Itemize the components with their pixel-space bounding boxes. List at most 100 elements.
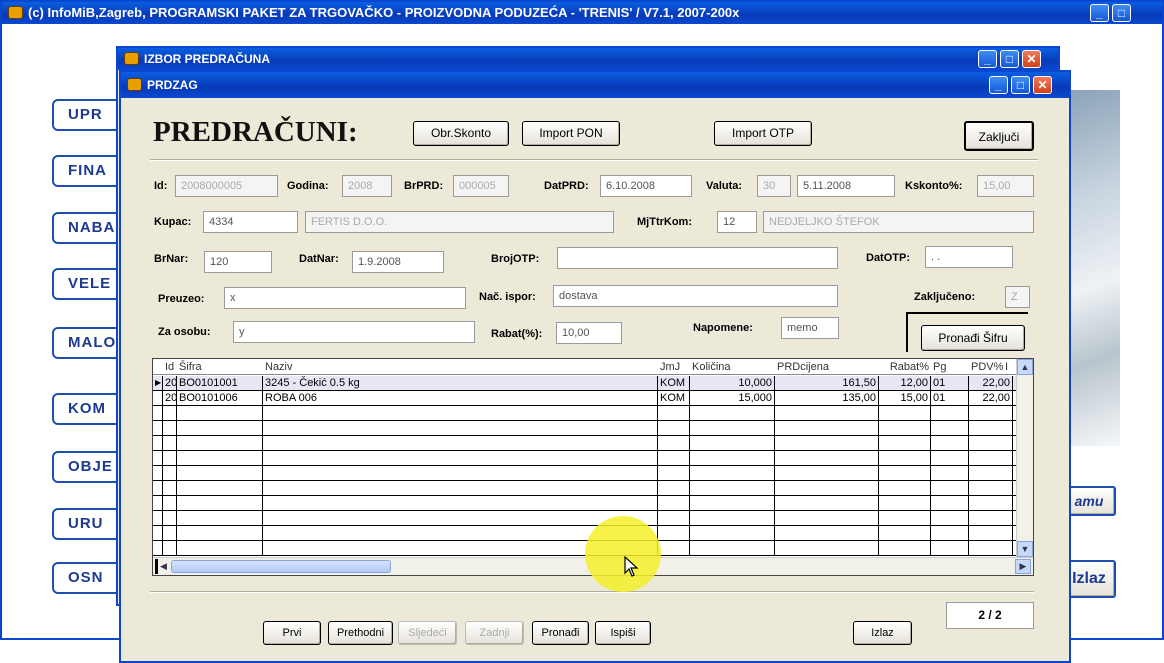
col-i[interactable]: I: [1003, 360, 1017, 375]
table-row[interactable]: 20 BO0101006 ROBA 006 KOM 15,000 135,00 15,00 0…: [153, 391, 1017, 406]
table-cell[interactable]: 15,000: [690, 391, 775, 406]
table-cell[interactable]: [263, 406, 658, 421]
menu-uru[interactable]: URU: [52, 508, 122, 540]
table-cell[interactable]: KOM: [658, 391, 690, 406]
table-cell[interactable]: [658, 436, 690, 451]
zakljuci-button[interactable]: Zaključi: [964, 121, 1034, 151]
table-cell[interactable]: [969, 496, 1013, 511]
table-cell[interactable]: [263, 481, 658, 496]
pronadi-sifru-button[interactable]: Pronađi Šifru: [921, 325, 1025, 351]
table-cell[interactable]: [163, 406, 177, 421]
kupac-field[interactable]: 4334: [203, 211, 298, 233]
table-cell[interactable]: [931, 436, 969, 451]
table-row[interactable]: [153, 436, 1017, 451]
maximize-icon[interactable]: □: [1112, 4, 1131, 22]
table-cell[interactable]: [177, 526, 263, 541]
prdzag-close-icon[interactable]: ✕: [1033, 76, 1052, 94]
menu-osn[interactable]: OSN: [52, 562, 122, 594]
table-cell[interactable]: [163, 421, 177, 436]
datprd-field[interactable]: 6.10.2008: [600, 175, 692, 197]
table-cell[interactable]: [177, 496, 263, 511]
kupac-name-field[interactable]: FERTIS D.O.O.: [305, 211, 614, 233]
table-cell[interactable]: [690, 451, 775, 466]
table-cell[interactable]: [775, 526, 879, 541]
table-row[interactable]: [153, 421, 1017, 436]
scroll-right-icon[interactable]: ▶: [1015, 559, 1031, 574]
table-cell[interactable]: [775, 451, 879, 466]
table-cell[interactable]: [775, 406, 879, 421]
menu-fina[interactable]: FINA: [52, 155, 122, 187]
table-cell[interactable]: 22,00: [969, 376, 1013, 391]
table-cell[interactable]: ROBA 006: [263, 391, 658, 406]
vertical-scrollbar[interactable]: ▲ ▼: [1016, 359, 1033, 557]
scroll-up-icon[interactable]: ▲: [1017, 359, 1033, 375]
table-cell[interactable]: [263, 421, 658, 436]
izlaz-button[interactable]: Izlaz: [853, 621, 912, 645]
table-cell[interactable]: [969, 406, 1013, 421]
menu-kom[interactable]: KOM: [52, 393, 122, 425]
table-cell[interactable]: [177, 406, 263, 421]
brnar-field[interactable]: 120: [204, 251, 272, 273]
table-cell[interactable]: [931, 466, 969, 481]
brprd-field[interactable]: 000005: [453, 175, 509, 197]
col-sifra[interactable]: Šifra: [177, 360, 263, 375]
col-jmj[interactable]: JmJ: [658, 360, 690, 375]
table-cell[interactable]: [163, 451, 177, 466]
col-pg[interactable]: Pg: [931, 360, 969, 375]
table-cell[interactable]: [177, 436, 263, 451]
table-row[interactable]: [153, 481, 1017, 496]
valuta-date-field[interactable]: 5.11.2008: [797, 175, 895, 197]
menu-upr[interactable]: UPR: [52, 99, 122, 131]
table-cell[interactable]: [969, 451, 1013, 466]
table-cell[interactable]: [775, 421, 879, 436]
prvi-button[interactable]: Prvi: [263, 621, 321, 645]
table-cell[interactable]: [879, 496, 931, 511]
godina-field[interactable]: 2008: [342, 175, 392, 197]
table-cell[interactable]: [690, 481, 775, 496]
table-cell[interactable]: [931, 511, 969, 526]
table-cell[interactable]: 20: [163, 376, 177, 391]
rabat-field[interactable]: 10,00: [556, 322, 622, 344]
table-cell[interactable]: [163, 436, 177, 451]
table-cell[interactable]: [690, 541, 775, 556]
table-cell[interactable]: [263, 451, 658, 466]
nac-ispor-field[interactable]: dostava: [553, 285, 838, 307]
table-cell[interactable]: [690, 406, 775, 421]
table-cell[interactable]: BO0101006: [177, 391, 263, 406]
mjtrtkom-name-field[interactable]: NEDJELJKO ŠTEFOK: [763, 211, 1034, 233]
table-cell[interactable]: 20: [163, 391, 177, 406]
table-cell[interactable]: [879, 481, 931, 496]
table-cell[interactable]: [969, 421, 1013, 436]
table-cell[interactable]: [931, 541, 969, 556]
table-cell[interactable]: 15,00: [879, 391, 931, 406]
table-cell[interactable]: [658, 541, 690, 556]
table-cell[interactable]: [163, 526, 177, 541]
valuta-days-field[interactable]: 30: [757, 175, 791, 197]
table-cell[interactable]: [879, 541, 931, 556]
preuzeo-field[interactable]: x: [224, 287, 466, 309]
table-cell[interactable]: [969, 436, 1013, 451]
za-osobu-field[interactable]: y: [233, 321, 475, 343]
table-cell[interactable]: [879, 526, 931, 541]
table-cell[interactable]: 12,00: [879, 376, 931, 391]
table-cell[interactable]: [775, 511, 879, 526]
import-otp-button[interactable]: Import OTP: [714, 121, 812, 146]
table-cell[interactable]: [177, 466, 263, 481]
prdzag-minimize-icon[interactable]: _: [989, 76, 1008, 94]
table-cell[interactable]: [263, 496, 658, 511]
table-cell[interactable]: [969, 541, 1013, 556]
table-cell[interactable]: [775, 436, 879, 451]
izbor-close-icon[interactable]: ✕: [1022, 50, 1041, 68]
zadnji-button[interactable]: Zadnji: [465, 621, 524, 645]
table-cell[interactable]: [658, 421, 690, 436]
table-cell[interactable]: [775, 496, 879, 511]
table-cell[interactable]: [931, 421, 969, 436]
sljedeci-button[interactable]: Sljedeći: [398, 621, 457, 645]
table-cell[interactable]: 135,00: [775, 391, 879, 406]
table-cell[interactable]: [658, 526, 690, 541]
table-cell[interactable]: [690, 436, 775, 451]
table-cell[interactable]: [931, 496, 969, 511]
menu-vele[interactable]: VELE: [52, 268, 122, 300]
table-cell[interactable]: [690, 421, 775, 436]
table-cell[interactable]: 3245 - Čekić 0.5 kg: [263, 376, 658, 391]
